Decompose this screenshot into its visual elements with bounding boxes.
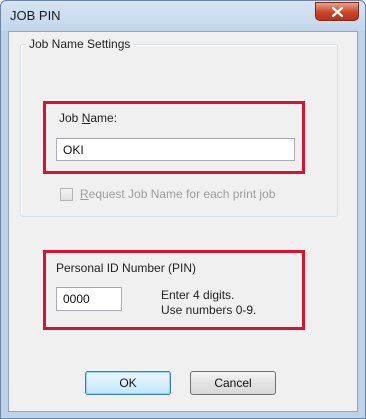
close-button[interactable] bbox=[315, 2, 359, 21]
job-name-settings-legend: Job Name Settings bbox=[26, 37, 134, 51]
cancel-button[interactable]: Cancel bbox=[190, 371, 276, 395]
window-title: JOB PIN bbox=[10, 8, 61, 23]
request-job-name-checkbox[interactable] bbox=[60, 188, 73, 201]
pin-label: Personal ID Number (PIN) bbox=[56, 261, 197, 275]
title-bar[interactable]: JOB PIN bbox=[1, 1, 365, 31]
ok-button[interactable]: OK bbox=[85, 371, 171, 395]
pin-input[interactable]: 0000 bbox=[56, 287, 122, 311]
pin-hint-line1: Enter 4 digits. bbox=[161, 288, 235, 302]
close-icon bbox=[331, 6, 343, 17]
job-name-label: Job Name: bbox=[59, 111, 118, 125]
request-job-name-label: Request Job Name for each print job bbox=[80, 187, 276, 201]
job-pin-dialog: JOB PIN Job Name Settings Job Name: OKI … bbox=[0, 0, 366, 419]
job-name-input[interactable]: OKI bbox=[56, 138, 295, 161]
pin-hint-line2: Use numbers 0-9. bbox=[161, 303, 257, 317]
